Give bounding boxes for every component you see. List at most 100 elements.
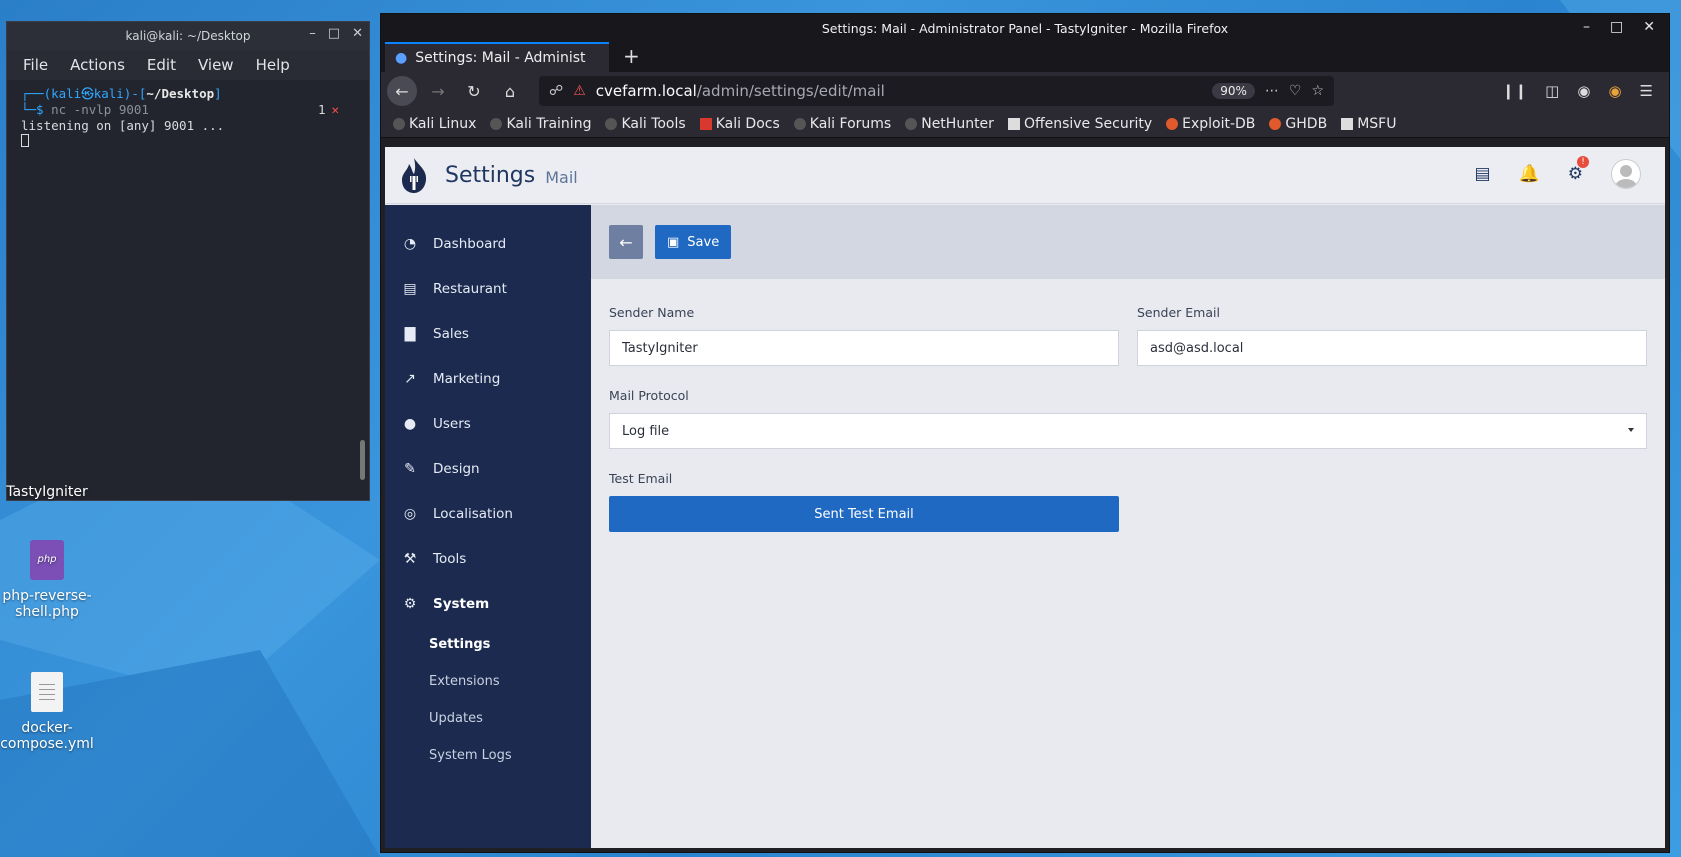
desktop-icon-label: php-reverse-shell.php	[2, 588, 92, 620]
send-test-email-button[interactable]: Sent Test Email	[609, 496, 1119, 532]
dashboard-gauge-icon: ◔	[403, 235, 417, 252]
gear-icon[interactable]: ⚙!	[1568, 156, 1589, 184]
pocket-icon[interactable]: ♡	[1289, 83, 1302, 99]
nethunter-icon	[905, 117, 918, 130]
desktop-icon-tastyigniter[interactable]: TastyIgniter	[0, 484, 102, 500]
menu-actions[interactable]: Actions	[70, 56, 125, 74]
firefox-window[interactable]: Settings: Mail - Administrator Panel - T…	[380, 13, 1670, 853]
bookmark-star-icon[interactable]: ☆	[1311, 83, 1324, 99]
maximize-icon[interactable]: □	[1610, 19, 1623, 35]
bookmark-ghdb[interactable]: GHDB	[1269, 116, 1327, 132]
back-arrow-button[interactable]: ←	[609, 225, 643, 259]
close-icon[interactable]: ✕	[1643, 19, 1655, 35]
terminal-title: kali@kali: ~/Desktop	[125, 29, 251, 43]
reload-button[interactable]: ↻	[459, 76, 489, 106]
paintbrush-icon: ✎	[404, 460, 416, 477]
ghdb-icon	[1269, 117, 1282, 130]
prompt-user: (kali㉿kali)	[43, 86, 132, 101]
msfu-icon	[1341, 117, 1354, 130]
home-button[interactable]: ⌂	[495, 76, 525, 106]
terminal-titlebar[interactable]: kali@kali: ~/Desktop – □ ✕	[7, 22, 369, 50]
mail-protocol-select[interactable]: Log file	[609, 413, 1647, 449]
bookmark-nethunter[interactable]: NetHunter	[905, 116, 994, 132]
bookmark-exploit-db[interactable]: Exploit-DB	[1166, 116, 1255, 132]
bookmark-offensive-security[interactable]: Offensive Security	[1007, 116, 1152, 132]
kali-dragon-icon	[793, 117, 806, 130]
terminal-output[interactable]: ┌──(kali㉿kali)-[~/Desktop] └─$ nc -nvlp …	[7, 80, 369, 500]
minimize-icon[interactable]: –	[1583, 19, 1590, 35]
sender-email-input[interactable]: asd@asd.local	[1137, 330, 1647, 366]
sidebar-item-restaurant[interactable]: ▤ Restaurant	[385, 266, 591, 311]
bookmark-kali-forums[interactable]: Kali Forums	[793, 116, 891, 132]
account-icon[interactable]: ◉	[1577, 82, 1590, 100]
cogs-icon: ⚙	[403, 595, 417, 612]
sidebar-item-design[interactable]: ✎ Design	[385, 446, 591, 491]
maximize-icon[interactable]: □	[328, 26, 340, 41]
sidebar-item-marketing[interactable]: ↗ Marketing	[385, 356, 591, 401]
bookmarks-toolbar: Kali Linux Kali Training Kali Tools Kali…	[381, 110, 1669, 138]
menu-edit[interactable]: Edit	[147, 56, 176, 74]
mail-protocol-label: Mail Protocol	[609, 388, 689, 403]
insecure-lock-icon[interactable]: ⚠	[573, 83, 586, 99]
zoom-level[interactable]: 90%	[1212, 83, 1255, 99]
bookmark-kali-linux[interactable]: Kali Linux	[393, 116, 476, 132]
foxyproxy-icon[interactable]: ◉	[1608, 82, 1621, 100]
tab-settings-mail[interactable]: ● Settings: Mail - Administ	[385, 42, 609, 72]
sidebar-icon[interactable]: ◫	[1545, 82, 1559, 100]
library-icon[interactable]: ❙❙	[1502, 82, 1527, 100]
navigation-bar: ← → ↻ ⌂ ☍ ⚠ cvefarm.local/admin/settings…	[381, 72, 1669, 110]
alert-badge: !	[1577, 156, 1589, 168]
sidebar-subitem-updates[interactable]: Updates	[385, 700, 591, 737]
sender-name-input[interactable]: TastyIgniter	[609, 330, 1119, 366]
sidebar-item-sales[interactable]: ▇ Sales	[385, 311, 591, 356]
bookmark-kali-tools[interactable]: Kali Tools	[605, 116, 686, 132]
new-tab-button[interactable]: +	[609, 44, 654, 72]
sidebar-item-system[interactable]: ⚙ System	[385, 581, 591, 626]
sidebar-item-users[interactable]: ● Users	[385, 401, 591, 446]
desktop-icon-docker-compose[interactable]: docker-compose.yml	[0, 672, 102, 752]
bar-chart-icon: ▇	[404, 325, 416, 342]
terminal-scrollbar[interactable]	[360, 440, 365, 480]
desktop-icon-label: TastyIgniter	[6, 484, 88, 500]
user-icon: ●	[403, 415, 417, 432]
sidebar-item-dashboard[interactable]: ◔ Dashboard	[385, 221, 591, 266]
bookmark-msfu[interactable]: MSFU	[1341, 116, 1396, 132]
sidebar-subitem-system-logs[interactable]: System Logs	[385, 737, 591, 774]
close-icon[interactable]: ✕	[352, 26, 363, 41]
menu-file[interactable]: File	[23, 56, 48, 74]
bookmark-kali-docs[interactable]: Kali Docs	[699, 116, 780, 132]
terminal-window[interactable]: kali@kali: ~/Desktop – □ ✕ File Actions …	[6, 21, 370, 501]
text-file-icon	[31, 672, 63, 712]
sidebar-subitem-extensions[interactable]: Extensions	[385, 663, 591, 700]
url-bar[interactable]: ☍ ⚠ cvefarm.local/admin/settings/edit/ma…	[539, 76, 1334, 106]
shield-icon[interactable]: ☍	[549, 83, 563, 99]
terminal-prompt-line: ┌──(kali㉿kali)-[~/Desktop]	[21, 86, 222, 101]
menu-view[interactable]: View	[198, 56, 234, 74]
url-host: cvefarm.local	[595, 82, 697, 100]
tastyigniter-flame-logo-icon[interactable]	[399, 156, 429, 194]
back-button[interactable]: ←	[387, 76, 417, 106]
hamburger-menu-icon[interactable]: ☰	[1640, 82, 1653, 100]
minimize-icon[interactable]: –	[309, 26, 316, 41]
desktop-icon-php-reverse-shell[interactable]: php php-reverse-shell.php	[0, 540, 102, 620]
kali-dragon-icon	[490, 117, 503, 130]
floppy-disk-icon: ▣	[667, 234, 680, 250]
more-actions-icon[interactable]: ⋯	[1265, 83, 1279, 99]
kali-dragon-icon	[605, 117, 618, 130]
menu-help[interactable]: Help	[256, 56, 290, 74]
kali-docs-icon	[699, 117, 712, 130]
save-button[interactable]: ▣ Save	[655, 225, 732, 259]
bell-icon[interactable]: 🔔	[1519, 164, 1540, 184]
sidebar-subitem-settings[interactable]: Settings	[385, 626, 591, 663]
terminal-command: nc -nvlp 9001	[51, 102, 149, 117]
firefox-titlebar[interactable]: Settings: Mail - Administrator Panel - T…	[381, 14, 1669, 42]
line-chart-icon: ↗	[404, 370, 416, 387]
bookmark-kali-training[interactable]: Kali Training	[490, 116, 591, 132]
sidebar-item-localisation[interactable]: ◎ Localisation	[385, 491, 591, 536]
terminal-menubar: File Actions Edit View Help	[7, 50, 369, 80]
avatar[interactable]	[1611, 159, 1641, 189]
web-page: Settings Mail ▤ 🔔 ⚙! ◔ Dashboard ▤ Restaur…	[385, 147, 1665, 848]
sidebar-item-tools[interactable]: ⚒ Tools	[385, 536, 591, 581]
storefront-icon[interactable]: ▤	[1475, 164, 1491, 184]
forward-button[interactable]: →	[423, 76, 453, 106]
